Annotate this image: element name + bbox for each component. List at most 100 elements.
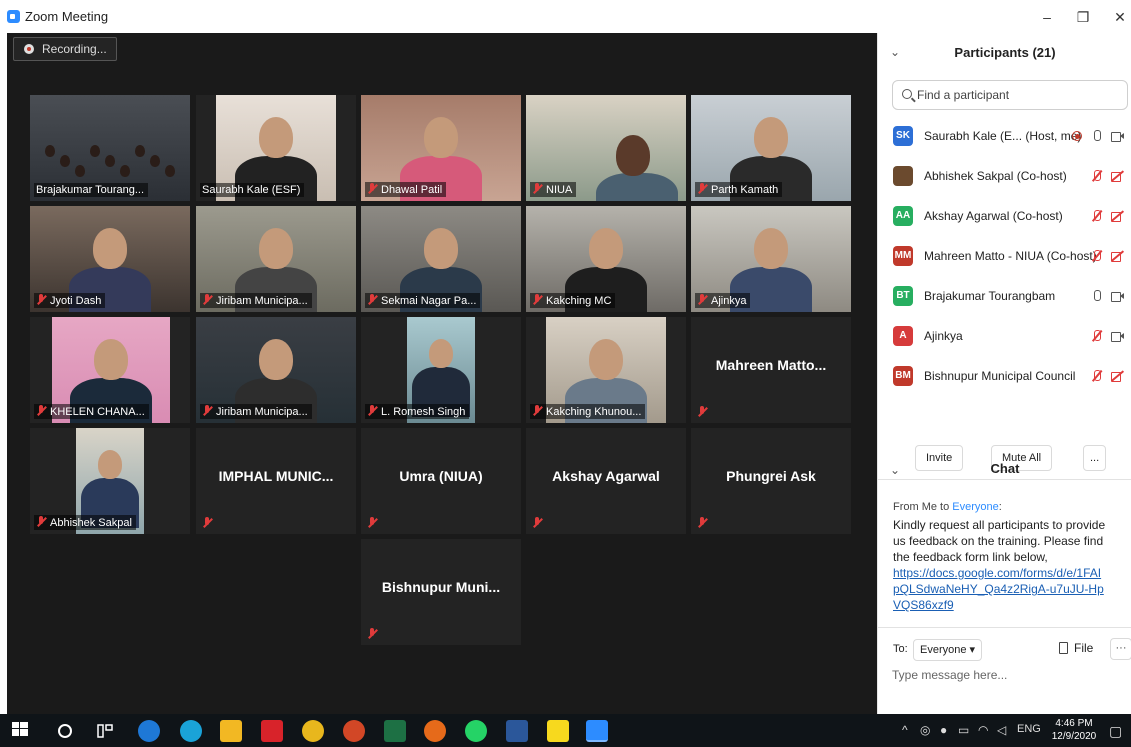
recording-icon[interactable] xyxy=(1070,129,1084,143)
video-off-icon[interactable] xyxy=(1110,369,1124,383)
video-tile[interactable]: Jiribam Municipa... xyxy=(196,206,356,312)
video-tile[interactable]: Jyoti Dash xyxy=(30,206,190,312)
microphone-icon[interactable] xyxy=(1090,129,1104,143)
participant-search[interactable] xyxy=(892,80,1128,110)
file-explorer-icon[interactable] xyxy=(220,720,242,742)
video-off-icon[interactable] xyxy=(1110,209,1124,223)
participant-row[interactable]: Abhishek Sakpal (Co-host) xyxy=(878,157,1131,197)
system-clock[interactable]: 4:46 PM 12/9/2020 xyxy=(1050,717,1098,743)
video-tile[interactable]: Kakching Khunou... xyxy=(526,317,686,423)
wifi-icon[interactable]: ◠ xyxy=(978,723,988,737)
window-title: Zoom Meeting xyxy=(25,9,109,24)
recording-indicator[interactable]: Recording... xyxy=(13,37,117,61)
video-camera-icon[interactable] xyxy=(1110,329,1124,343)
chat-more-button[interactable]: ··· xyxy=(1110,638,1131,660)
video-tile[interactable]: Dhawal Patil xyxy=(361,95,521,201)
video-camera-icon[interactable] xyxy=(1110,289,1124,303)
chat-recipient[interactable]: Everyone xyxy=(952,501,998,513)
chat-input-divider xyxy=(878,627,1131,628)
notifications-icon[interactable]: ▢ xyxy=(1109,723,1122,740)
acrobat-icon[interactable] xyxy=(261,720,283,742)
participant-search-input[interactable] xyxy=(917,86,1117,104)
task-view-icon[interactable] xyxy=(94,720,116,742)
word-icon[interactable] xyxy=(506,720,528,742)
muted-mic-icon xyxy=(532,294,543,305)
participant-head xyxy=(90,145,100,157)
powerpoint-icon[interactable] xyxy=(343,720,365,742)
muted-mic-icon xyxy=(367,294,378,305)
excel-icon[interactable] xyxy=(384,720,406,742)
video-tile[interactable]: Jiribam Municipa... xyxy=(196,317,356,423)
zoom-taskbar-icon[interactable] xyxy=(586,720,608,742)
restore-button[interactable]: ❐ xyxy=(1071,6,1095,28)
video-off-icon[interactable] xyxy=(1110,249,1124,263)
video-tile[interactable]: Kakching MC xyxy=(526,206,686,312)
participant-name-text: L. Romesh Singh xyxy=(381,406,466,418)
participant-head xyxy=(754,228,788,269)
close-button[interactable]: ✕ xyxy=(1108,6,1131,28)
video-tile[interactable]: Umra (NIUA) xyxy=(361,428,521,534)
video-off-icon[interactable] xyxy=(1110,169,1124,183)
battery-icon[interactable]: ▭ xyxy=(958,723,969,737)
chrome-icon[interactable] xyxy=(302,720,324,742)
sticky-notes-icon[interactable] xyxy=(547,720,569,742)
muted-microphone-icon[interactable] xyxy=(1090,329,1104,343)
video-tile[interactable]: IMPHAL MUNIC... xyxy=(196,428,356,534)
firefox-icon[interactable] xyxy=(424,720,446,742)
participant-name: Ajinkya xyxy=(924,329,963,343)
participant-row[interactable]: BM Bishnupur Municipal Council xyxy=(878,357,1131,397)
video-tile[interactable]: Mahreen Matto... xyxy=(691,317,851,423)
participant-status-icons xyxy=(1084,287,1124,305)
edge-browser-icon[interactable] xyxy=(180,720,202,742)
participant-row[interactable]: AA Akshay Agarwal (Co-host) xyxy=(878,197,1131,237)
volume-icon[interactable]: ◁ xyxy=(997,723,1006,737)
task-view-glyph-icon xyxy=(97,724,113,738)
participant-name: Abhishek Sakpal (Co-host) xyxy=(924,169,1067,183)
video-tile[interactable]: Parth Kamath xyxy=(691,95,851,201)
video-tile[interactable]: KHELEN CHANA... xyxy=(30,317,190,423)
muted-mic-icon xyxy=(367,183,378,194)
video-tile[interactable]: Bishnupur Muni... xyxy=(361,539,521,645)
muted-microphone-icon[interactable] xyxy=(1090,169,1104,183)
chat-file-button[interactable]: File xyxy=(1059,641,1093,655)
video-tile[interactable]: Brajakumar Tourang... xyxy=(30,95,190,201)
video-tile[interactable]: NIUA xyxy=(526,95,686,201)
whatsapp-icon[interactable] xyxy=(465,720,487,742)
participant-row[interactable]: A Ajinkya xyxy=(878,317,1131,357)
file-icon xyxy=(1059,642,1068,654)
muted-microphone-icon[interactable] xyxy=(1090,369,1104,383)
video-tile[interactable]: Phungrei Ask xyxy=(691,428,851,534)
search-taskbar-icon[interactable] xyxy=(54,720,76,742)
participant-row[interactable]: BT Brajakumar Tourangbam xyxy=(878,277,1131,317)
participant-name-text: KHELEN CHANA... xyxy=(50,406,145,418)
participant-status-icons xyxy=(1084,367,1124,385)
video-tile[interactable]: Abhishek Sakpal xyxy=(30,428,190,534)
circle-search-icon xyxy=(58,724,72,738)
chat-message-link[interactable]: https://docs.google.com/forms/d/e/1FAIpQ… xyxy=(893,565,1107,613)
video-tile[interactable]: Ajinkya xyxy=(691,206,851,312)
video-tile[interactable]: Sekmai Nagar Pa... xyxy=(361,206,521,312)
participant-name-label: Brajakumar Tourang... xyxy=(34,183,149,197)
video-tile[interactable]: Akshay Agarwal xyxy=(526,428,686,534)
meet-now-icon[interactable]: ◎ xyxy=(920,723,930,737)
participant-row[interactable]: SK Saurabh Kale (E... (Host, me) xyxy=(878,117,1131,157)
muted-microphone-icon[interactable] xyxy=(1090,209,1104,223)
video-camera-icon[interactable] xyxy=(1110,129,1124,143)
participant-head xyxy=(93,228,127,269)
microphone-tray-icon[interactable]: ● xyxy=(940,723,947,737)
chat-messages: From Me to Everyone: Kindly request all … xyxy=(893,499,1107,613)
chat-recipient-select[interactable]: Everyone ▾ xyxy=(913,639,983,661)
participant-row[interactable]: MM Mahreen Matto - NIUA (Co-host) xyxy=(878,237,1131,277)
participant-name-text: Parth Kamath xyxy=(711,184,779,196)
microphone-icon[interactable] xyxy=(1090,289,1104,303)
avatar: BM xyxy=(893,366,913,386)
video-tile[interactable]: L. Romesh Singh xyxy=(361,317,521,423)
teamviewer-icon[interactable] xyxy=(138,720,160,742)
video-tile[interactable]: Saurabh Kale (ESF) xyxy=(196,95,356,201)
muted-microphone-icon[interactable] xyxy=(1090,249,1104,263)
show-hidden-icons-chevron-icon[interactable]: ^ xyxy=(902,723,908,737)
chat-message-input[interactable] xyxy=(892,664,1122,686)
minimize-button[interactable]: – xyxy=(1035,6,1059,28)
language-indicator[interactable]: ENG xyxy=(1017,723,1041,735)
windows-start-icon[interactable] xyxy=(11,720,31,742)
